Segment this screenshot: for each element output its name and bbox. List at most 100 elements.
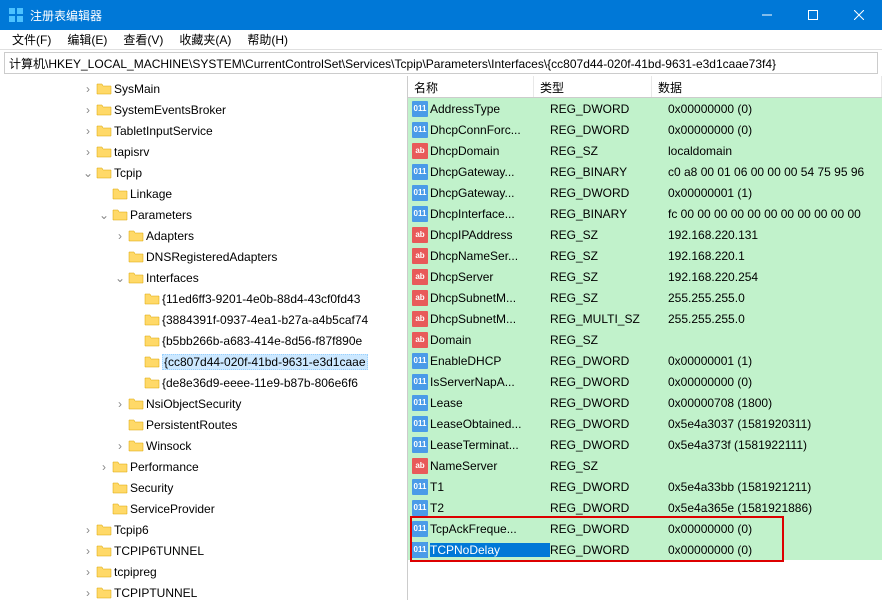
tree-label: Linkage — [130, 187, 172, 201]
value-type: REG_DWORD — [550, 396, 668, 410]
value-row[interactable]: 011EnableDHCPREG_DWORD0x00000001 (1) — [408, 350, 882, 371]
value-row[interactable]: 011LeaseObtained...REG_DWORD0x5e4a3037 (… — [408, 413, 882, 434]
tree-label: Tcpip6 — [114, 523, 149, 537]
tree-node[interactable]: {b5bb266b-a683-414e-8d56-f87f890e — [0, 330, 407, 351]
tree-node[interactable]: ›Performance — [0, 456, 407, 477]
tree-node[interactable]: Linkage — [0, 183, 407, 204]
tree-node[interactable]: ServiceProvider — [0, 498, 407, 519]
value-row[interactable]: 011DhcpGateway...REG_BINARYc0 a8 00 01 0… — [408, 161, 882, 182]
address-bar[interactable]: 计算机\HKEY_LOCAL_MACHINE\SYSTEM\CurrentCon… — [4, 52, 878, 74]
chevron-right-icon[interactable]: › — [80, 82, 96, 96]
chevron-down-icon[interactable]: ⌄ — [112, 271, 128, 285]
chevron-right-icon[interactable]: › — [80, 103, 96, 117]
value-row[interactable]: abDomainREG_SZ — [408, 329, 882, 350]
tree-node[interactable]: {cc807d44-020f-41bd-9631-e3d1caae — [0, 351, 407, 372]
value-row[interactable]: 011DhcpConnForc...REG_DWORD0x00000000 (0… — [408, 119, 882, 140]
tree-node[interactable]: ›NsiObjectSecurity — [0, 393, 407, 414]
value-row[interactable]: abDhcpSubnetM...REG_MULTI_SZ255.255.255.… — [408, 308, 882, 329]
tree-node[interactable]: › SystemEventsBroker — [0, 99, 407, 120]
window-titlebar: 注册表编辑器 — [0, 0, 882, 30]
tree-node[interactable]: DNSRegisteredAdapters — [0, 246, 407, 267]
tree-node[interactable]: ›tcpipreg — [0, 561, 407, 582]
chevron-right-icon[interactable]: › — [80, 565, 96, 579]
value-row[interactable]: abDhcpDomainREG_SZlocaldomain — [408, 140, 882, 161]
menu-favorites[interactable]: 收藏夹(A) — [171, 29, 239, 50]
tree-node[interactable]: {3884391f-0937-4ea1-b27a-a4b5caf74 — [0, 309, 407, 330]
value-data: 192.168.220.254 — [668, 270, 882, 284]
tree-node[interactable]: ›TCPIPTUNNEL — [0, 582, 407, 600]
value-row[interactable]: 011DhcpGateway...REG_DWORD0x00000001 (1) — [408, 182, 882, 203]
value-data: 0x00000000 (0) — [668, 375, 882, 389]
value-row[interactable]: 011IsServerNapA...REG_DWORD0x00000000 (0… — [408, 371, 882, 392]
value-row[interactable]: 011DhcpInterface...REG_BINARYfc 00 00 00… — [408, 203, 882, 224]
dword-icon: 011 — [412, 164, 428, 180]
close-button[interactable] — [836, 0, 882, 30]
chevron-right-icon[interactable]: › — [112, 229, 128, 243]
registry-tree-panel[interactable]: ›SysMain›SystemEventsBroker›TabletInputS… — [0, 76, 408, 600]
column-header-name[interactable]: 名称 — [408, 76, 534, 97]
tree-node[interactable]: {11ed6ff3-9201-4e0b-88d4-43cf0fd43 — [0, 288, 407, 309]
menu-file[interactable]: 文件(F) — [4, 29, 59, 50]
chevron-right-icon[interactable]: › — [112, 439, 128, 453]
chevron-right-icon[interactable]: › — [112, 397, 128, 411]
window-controls — [744, 0, 882, 30]
value-row[interactable]: abNameServerREG_SZ — [408, 455, 882, 476]
column-header-data[interactable]: 数据 — [652, 76, 882, 97]
value-data: 0x5e4a365e (1581921886) — [668, 501, 882, 515]
chevron-right-icon[interactable]: › — [80, 544, 96, 558]
tree-node[interactable]: Security — [0, 477, 407, 498]
value-name: IsServerNapA... — [430, 375, 550, 389]
value-row[interactable]: abDhcpNameSer...REG_SZ192.168.220.1 — [408, 245, 882, 266]
value-name: T1 — [430, 480, 550, 494]
tree-node[interactable]: ⌄Interfaces — [0, 267, 407, 288]
chevron-right-icon[interactable]: › — [96, 460, 112, 474]
column-header-type[interactable]: 类型 — [534, 76, 652, 97]
tree-node[interactable]: ›Winsock — [0, 435, 407, 456]
value-row[interactable]: 011T1REG_DWORD0x5e4a33bb (1581921211) — [408, 476, 882, 497]
dword-icon: 011 — [412, 479, 428, 495]
minimize-button[interactable] — [744, 0, 790, 30]
string-icon: ab — [412, 290, 428, 306]
menu-view[interactable]: 查看(V) — [115, 29, 171, 50]
tree-node[interactable]: ›TCPIP6TUNNEL — [0, 540, 407, 561]
chevron-right-icon[interactable]: › — [80, 523, 96, 537]
chevron-right-icon[interactable]: › — [80, 124, 96, 138]
tree-node[interactable]: ›SysMain — [0, 78, 407, 99]
values-body: 011AddressTypeREG_DWORD0x00000000 (0)011… — [408, 98, 882, 560]
chevron-down-icon[interactable]: ⌄ — [80, 166, 96, 180]
chevron-down-icon[interactable]: ⌄ — [96, 208, 112, 222]
menu-edit[interactable]: 编辑(E) — [59, 29, 115, 50]
value-type: REG_DWORD — [550, 480, 668, 494]
value-row[interactable]: abDhcpSubnetM...REG_SZ255.255.255.0 — [408, 287, 882, 308]
tree-node[interactable]: ›tapisrv — [0, 141, 407, 162]
tree-node[interactable]: ›Adapters — [0, 225, 407, 246]
value-row[interactable]: 011TcpAckFreque...REG_DWORD0x00000000 (0… — [408, 518, 882, 539]
value-row[interactable]: 011LeaseREG_DWORD0x00000708 (1800) — [408, 392, 882, 413]
value-row[interactable]: abDhcpIPAddressREG_SZ192.168.220.131 — [408, 224, 882, 245]
value-row[interactable]: 011TCPNoDelayREG_DWORD0x00000000 (0) — [408, 539, 882, 560]
value-row[interactable]: 011LeaseTerminat...REG_DWORD0x5e4a373f (… — [408, 434, 882, 455]
value-row[interactable]: abDhcpServerREG_SZ192.168.220.254 — [408, 266, 882, 287]
value-name: TCPNoDelay — [430, 543, 550, 557]
tree-node[interactable]: › Tcpip6 — [0, 519, 407, 540]
tree-node[interactable]: {de8e36d9-eeee-11e9-b87b-806e6f6 — [0, 372, 407, 393]
tree-node[interactable]: PersistentRoutes — [0, 414, 407, 435]
value-type: REG_SZ — [550, 144, 668, 158]
registry-values-panel[interactable]: 名称 类型 数据 011AddressTypeREG_DWORD0x000000… — [408, 76, 882, 600]
chevron-right-icon[interactable]: › — [80, 145, 96, 159]
tree-node[interactable]: ⌄Parameters — [0, 204, 407, 225]
value-name: NameServer — [430, 459, 550, 473]
chevron-right-icon[interactable]: › — [80, 586, 96, 600]
value-data: 0x00000001 (1) — [668, 186, 882, 200]
tree-label: SystemEventsBroker — [114, 103, 226, 117]
value-type: REG_DWORD — [550, 102, 668, 116]
menu-help[interactable]: 帮助(H) — [239, 29, 296, 50]
value-name: LeaseObtained... — [430, 417, 550, 431]
value-row[interactable]: 011T2REG_DWORD0x5e4a365e (1581921886) — [408, 497, 882, 518]
tree-node[interactable]: ⌄Tcpip — [0, 162, 407, 183]
value-row[interactable]: 011AddressTypeREG_DWORD0x00000000 (0) — [408, 98, 882, 119]
value-type: REG_DWORD — [550, 522, 668, 536]
maximize-button[interactable] — [790, 0, 836, 30]
value-name: DhcpConnForc... — [430, 123, 550, 137]
tree-node[interactable]: ›TabletInputService — [0, 120, 407, 141]
